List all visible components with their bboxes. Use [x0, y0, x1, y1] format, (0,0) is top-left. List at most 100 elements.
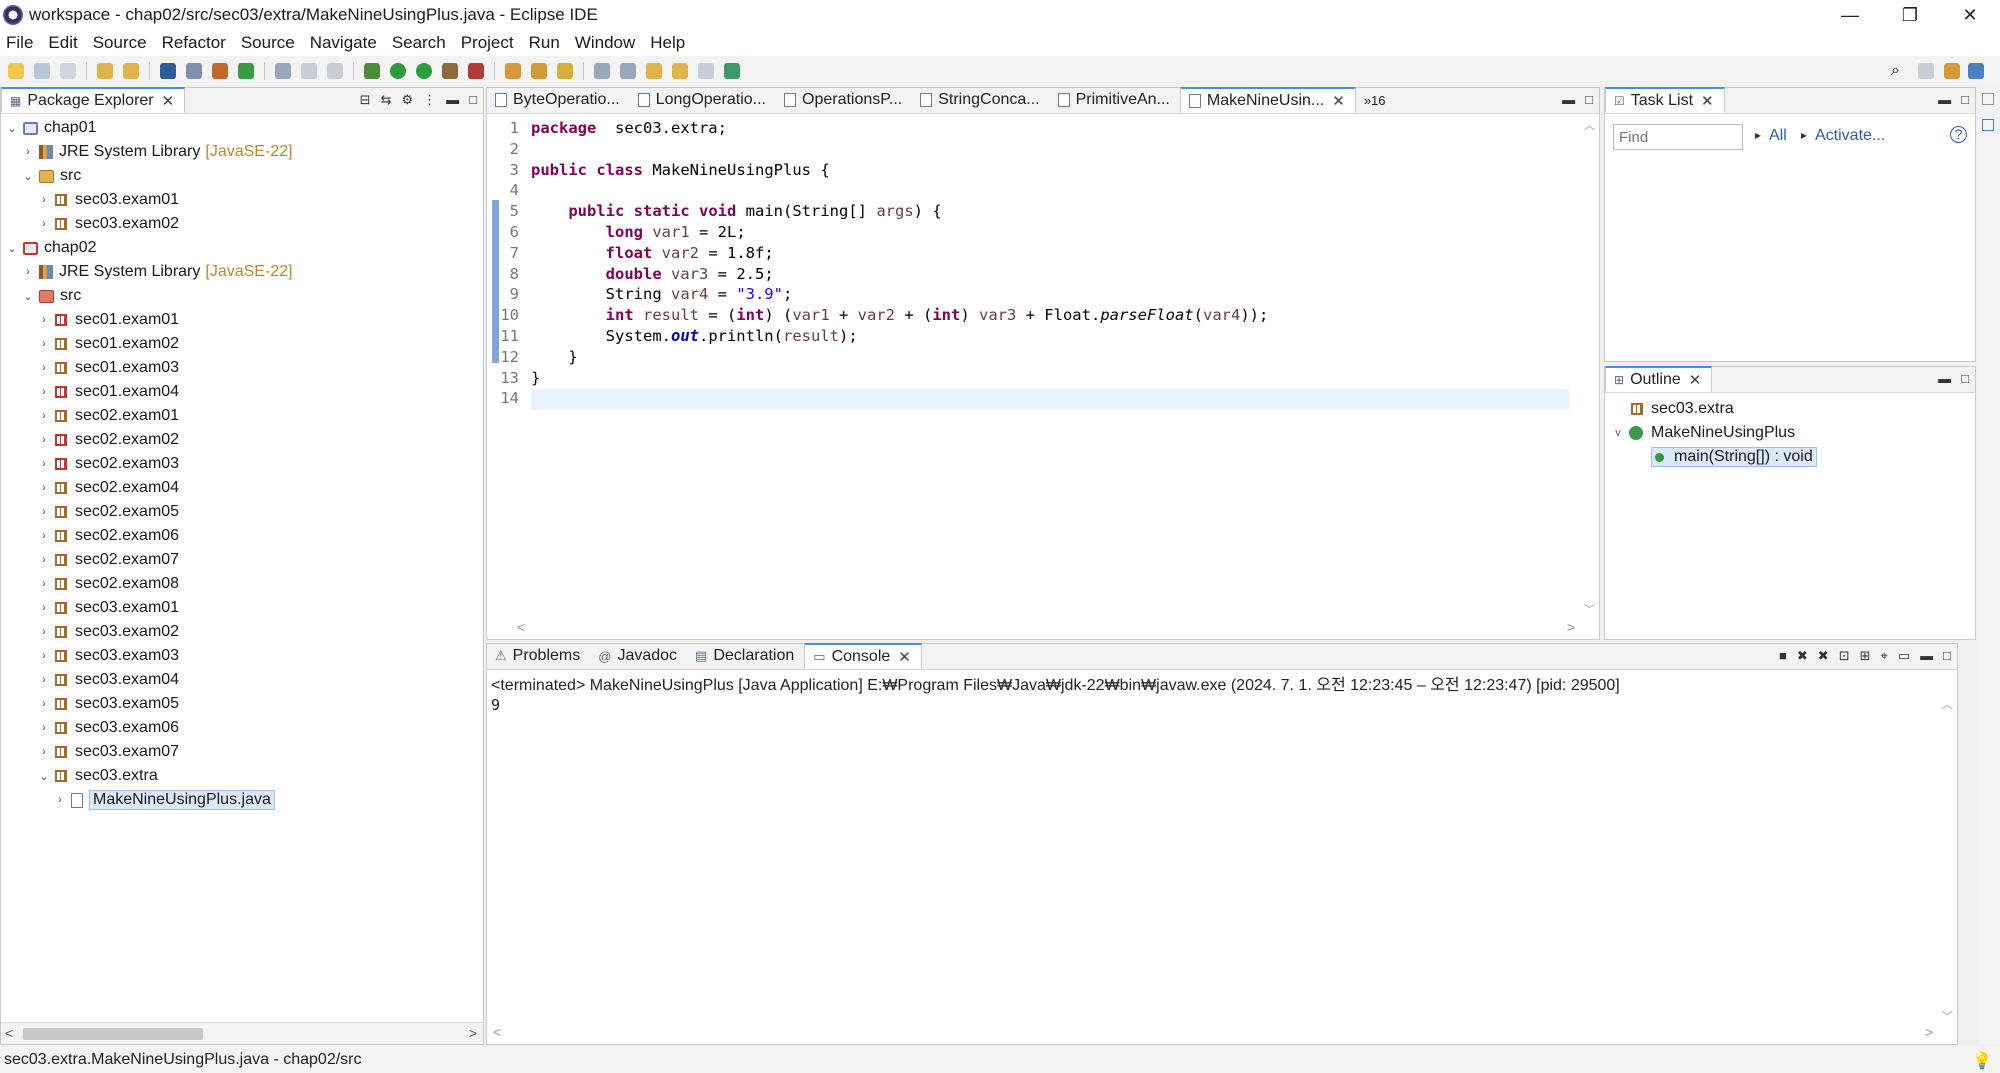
restore-view-icon[interactable] — [1982, 93, 1994, 105]
task-activate-link[interactable]: Activate... — [1815, 127, 1885, 145]
chevron-down-icon[interactable]: ⌄ — [21, 170, 35, 183]
menu-source[interactable]: Source — [93, 33, 147, 53]
editor-vertical-scrollbar[interactable]: ︿ ﹀ — [1579, 115, 1599, 619]
last-edit-icon[interactable] — [646, 63, 662, 79]
console-horizontal-scrollbar[interactable]: < > — [487, 1024, 1937, 1044]
terminate-icon[interactable]: ■ — [1779, 648, 1787, 664]
menu-project[interactable]: Project — [461, 33, 514, 53]
tree-item[interactable]: ⌄ src — [1, 164, 483, 188]
tree-item[interactable]: › sec01.exam02 — [1, 332, 483, 356]
menu-source-2[interactable]: Source — [241, 33, 295, 53]
code-line[interactable]: System.out.println(result); — [531, 327, 1569, 348]
code-line[interactable]: } — [531, 348, 1569, 369]
console-output[interactable]: 9 — [491, 696, 500, 714]
minimize-icon[interactable]: ▬ — [446, 92, 459, 108]
maximize-icon[interactable]: □ — [1961, 92, 1969, 107]
new-java-class-icon[interactable] — [238, 63, 254, 79]
chevron-right-icon[interactable]: › — [37, 626, 51, 638]
chevron-right-icon[interactable]: › — [37, 530, 51, 542]
code-lines[interactable]: package sec03.extra; public class MakeNin… — [531, 119, 1569, 411]
tree-item[interactable]: › sec03.exam01 — [1, 188, 483, 212]
chevron-right-icon[interactable]: › — [37, 554, 51, 566]
menu-navigate[interactable]: Navigate — [310, 33, 377, 53]
maximize-icon[interactable]: □ — [1585, 92, 1593, 107]
editor-horizontal-scrollbar[interactable]: < > — [517, 619, 1579, 639]
new-icon[interactable] — [8, 63, 24, 79]
close-icon[interactable]: ✕ — [898, 648, 911, 666]
tree-item[interactable]: › sec03.exam07 — [1, 740, 483, 764]
chevron-right-icon[interactable]: › — [37, 314, 51, 326]
task-filter-all[interactable]: All — [1769, 127, 1787, 145]
show-view-icon[interactable] — [1982, 119, 1994, 131]
chevron-down-icon[interactable]: ⌄ — [5, 122, 19, 135]
minimize-icon[interactable]: ▬ — [1562, 92, 1575, 107]
open-type-icon[interactable] — [505, 63, 521, 79]
code-line[interactable]: public static void main(String[] args) { — [531, 202, 1569, 223]
tree-item[interactable]: › sec03.exam02 — [1, 212, 483, 236]
tree-item[interactable]: › sec02.exam06 — [1, 524, 483, 548]
menu-run[interactable]: Run — [529, 33, 560, 53]
search-tool-icon[interactable] — [557, 63, 573, 79]
tree-item[interactable]: ⌄ chap01 — [1, 116, 483, 140]
collapse-all-icon[interactable]: ⊟ — [360, 92, 371, 108]
chevron-right-icon[interactable]: › — [37, 458, 51, 470]
close-icon[interactable]: ✕ — [1701, 92, 1714, 110]
help-icon[interactable]: ? — [1950, 126, 1967, 143]
chevron-right-icon[interactable]: › — [37, 674, 51, 686]
scroll-lock-icon[interactable]: ⊞ — [1860, 648, 1871, 664]
chevron-right-icon[interactable]: › — [37, 482, 51, 494]
chevron-right-icon[interactable]: › — [37, 650, 51, 662]
tree-item[interactable]: › sec03.exam04 — [1, 668, 483, 692]
chevron-down-icon[interactable]: v — [1611, 427, 1625, 439]
tree-item[interactable]: › sec03.exam03 — [1, 644, 483, 668]
java-perspective-icon[interactable] — [1968, 63, 1984, 79]
open-task-icon[interactable] — [531, 63, 547, 79]
console-vertical-scrollbar[interactable]: ︿ ﹀ — [1937, 696, 1957, 1024]
chevron-right-icon[interactable]: › — [37, 746, 51, 758]
editor-tab[interactable]: PrimitiveAn... — [1050, 87, 1180, 113]
run-config-icon[interactable] — [416, 63, 432, 79]
code-line[interactable]: double var3 = 2.5; — [531, 265, 1569, 286]
tree-item[interactable]: › JRE System Library [JavaSE-22] — [1, 260, 483, 284]
tree-item[interactable]: › sec02.exam07 — [1, 548, 483, 572]
maximize-icon[interactable]: □ — [469, 92, 477, 108]
tree-item[interactable]: › sec03.exam06 — [1, 716, 483, 740]
code-line[interactable] — [531, 140, 1569, 161]
scroll-thumb[interactable] — [23, 1028, 203, 1040]
chevron-right-icon[interactable]: › — [37, 698, 51, 710]
chevron-right-icon[interactable]: › — [37, 602, 51, 614]
console-tab[interactable]: @ Javadoc — [590, 643, 687, 669]
code-line[interactable]: } — [531, 369, 1569, 390]
menu-search[interactable]: Search — [392, 33, 446, 53]
chevron-right-icon[interactable]: › — [37, 434, 51, 446]
close-icon[interactable]: ✕ — [162, 92, 175, 110]
chevron-right-icon[interactable]: › — [53, 794, 67, 806]
tab-task-list[interactable]: ☑ Task List ✕ — [1605, 87, 1725, 113]
debug-icon[interactable] — [364, 63, 380, 79]
search-toggle-icon[interactable] — [186, 63, 202, 79]
chevron-down-icon[interactable]: ⌄ — [5, 242, 19, 255]
search-icon[interactable]: ⌕ — [1891, 62, 1900, 80]
scroll-up-icon[interactable]: ︿ — [1584, 117, 1595, 133]
view-menu-icon[interactable]: ⋮ — [423, 92, 436, 108]
maximize-icon[interactable]: □ — [1961, 371, 1969, 386]
editor-tab[interactable]: LongOperatio... — [630, 87, 776, 113]
code-editor[interactable]: 1 2 3 4 5 6 7 8 9 10 11 12 13 14 package sec03.extra;… — [487, 115, 1599, 639]
code-line[interactable]: int result = (int) (var1 + var2 + (int) … — [531, 306, 1569, 327]
code-line[interactable] — [531, 389, 1569, 411]
next-annotation-icon[interactable] — [594, 63, 610, 79]
chevron-right-icon[interactable]: › — [21, 146, 35, 158]
chevron-right-icon[interactable]: › — [21, 266, 35, 278]
save-icon[interactable] — [34, 63, 50, 79]
console-tab[interactable]: ▭ Console ✕ — [804, 643, 922, 669]
code-line[interactable]: float var2 = 1.8f; — [531, 244, 1569, 265]
scroll-left-icon[interactable]: < — [493, 1024, 501, 1040]
pin-editor-icon[interactable] — [724, 63, 740, 79]
scroll-up-icon[interactable]: ︿ — [1942, 696, 1953, 712]
outline-package[interactable]: sec03.extra — [1605, 397, 1975, 421]
tree-item[interactable]: › sec01.exam04 — [1, 380, 483, 404]
tree-item[interactable]: › sec03.exam05 — [1, 692, 483, 716]
tree-item[interactable]: › MakeNineUsingPlus.java — [1, 788, 483, 812]
scroll-left-icon[interactable]: < — [517, 619, 525, 635]
tree-item[interactable]: › sec01.exam03 — [1, 356, 483, 380]
